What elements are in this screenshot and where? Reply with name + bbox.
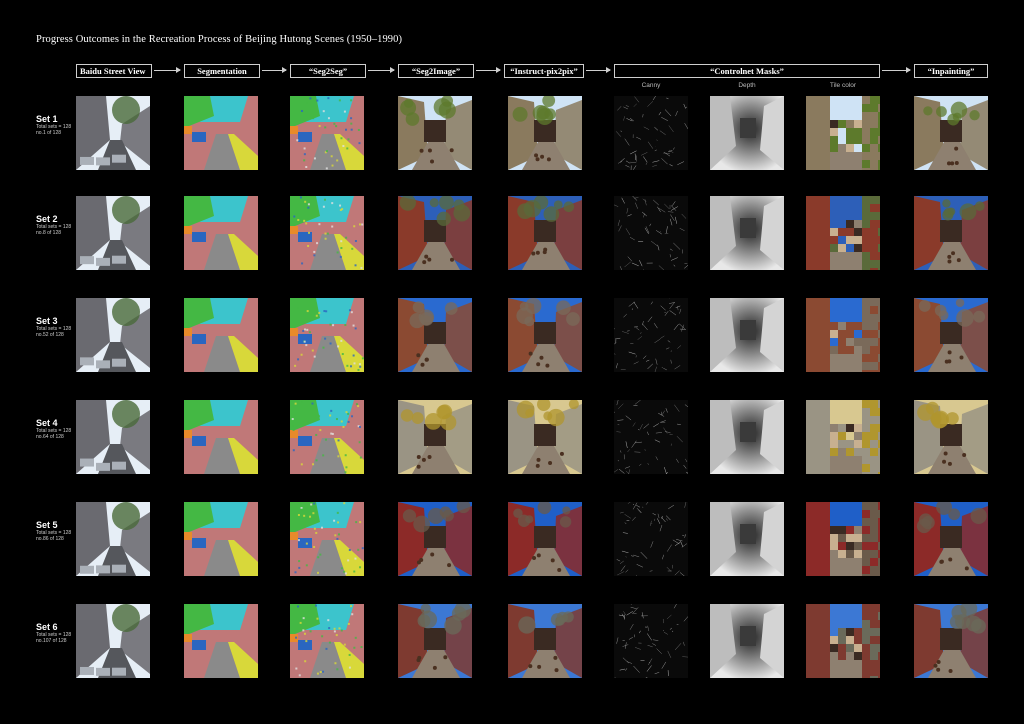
set-label: Set 2 Total sets = 128 no.8 of 128: [36, 214, 71, 236]
image-seg-set5: [184, 502, 258, 576]
image-render-set4: [914, 400, 988, 474]
set-index: no.64 of 128: [36, 434, 64, 440]
set-index: no.86 of 128: [36, 536, 64, 542]
image-depth-set3: [710, 298, 784, 372]
image-render-set6: [914, 604, 988, 678]
image-depth-set6: [710, 604, 784, 678]
header-col-2: “Seg2Seg”: [290, 64, 366, 78]
image-seg-set2: [184, 196, 258, 270]
image-depth-set2: [710, 196, 784, 270]
set-index: no.1 of 128: [36, 130, 62, 136]
set-name: Set 2: [36, 214, 58, 224]
image-seg-set4: [184, 400, 258, 474]
image-seg2-set2: [290, 196, 364, 270]
image-tile-set5: [806, 502, 880, 576]
image-tile-set3: [806, 298, 880, 372]
image-seg2-set4: [290, 400, 364, 474]
sublabel-7: Tile color: [829, 82, 857, 89]
image-seg-set1: [184, 96, 258, 170]
image-seg-set3: [184, 298, 258, 372]
flow-arrow: [586, 67, 611, 73]
header-col-1: Segmentation: [184, 64, 260, 78]
image-render-set4: [508, 400, 582, 474]
set-label: Set 1 Total sets = 128 no.1 of 128: [36, 114, 71, 136]
set-name: Set 5: [36, 520, 58, 530]
image-canny-set2: [614, 196, 688, 270]
image-photo-set3: [76, 298, 150, 372]
image-seg2-set3: [290, 298, 364, 372]
image-render-set2: [914, 196, 988, 270]
image-render-set1: [398, 96, 472, 170]
image-render-set2: [508, 196, 582, 270]
set-index: no.52 of 128: [36, 332, 64, 338]
set-label: Set 4 Total sets = 128 no.64 of 128: [36, 418, 71, 440]
flow-arrow: [368, 67, 395, 73]
image-render-set6: [398, 604, 472, 678]
header-controlnet-masks: “Controlnet Masks”: [614, 64, 880, 78]
image-canny-set1: [614, 96, 688, 170]
image-render-set5: [508, 502, 582, 576]
image-render-set2: [398, 196, 472, 270]
image-tile-set1: [806, 96, 880, 170]
image-render-set1: [914, 96, 988, 170]
image-photo-set4: [76, 400, 150, 474]
image-seg2-set1: [290, 96, 364, 170]
set-name: Set 3: [36, 316, 58, 326]
image-render-set3: [508, 298, 582, 372]
image-render-set1: [508, 96, 582, 170]
image-render-set6: [508, 604, 582, 678]
image-photo-set6: [76, 604, 150, 678]
image-canny-set6: [614, 604, 688, 678]
flow-arrow: [154, 67, 181, 73]
header-col-3: “Seg2Image”: [398, 64, 474, 78]
image-photo-set1: [76, 96, 150, 170]
set-label: Set 6 Total sets = 128 no.107 of 128: [36, 622, 71, 644]
image-render-set5: [398, 502, 472, 576]
figure-title: Progress Outcomes in the Recreation Proc…: [36, 34, 403, 45]
header-col-4: “Instruct-pix2pix”: [504, 64, 584, 78]
image-depth-set4: [710, 400, 784, 474]
header-col-8: “Inpainting”: [914, 64, 988, 78]
image-tile-set6: [806, 604, 880, 678]
flow-arrow: [882, 67, 911, 73]
image-seg-set6: [184, 604, 258, 678]
header-col-0: Baidu Street View: [76, 64, 152, 78]
image-canny-set5: [614, 502, 688, 576]
image-render-set5: [914, 502, 988, 576]
set-name: Set 6: [36, 622, 58, 632]
flow-arrow: [476, 67, 501, 73]
image-render-set3: [914, 298, 988, 372]
set-index: no.8 of 128: [36, 230, 62, 236]
image-depth-set1: [710, 96, 784, 170]
set-name: Set 4: [36, 418, 58, 428]
set-label: Set 3 Total sets = 128 no.52 of 128: [36, 316, 71, 338]
image-photo-set5: [76, 502, 150, 576]
image-canny-set3: [614, 298, 688, 372]
image-canny-set4: [614, 400, 688, 474]
image-render-set3: [398, 298, 472, 372]
set-label: Set 5 Total sets = 128 no.86 of 128: [36, 520, 71, 542]
image-depth-set5: [710, 502, 784, 576]
image-seg2-set6: [290, 604, 364, 678]
image-render-set4: [398, 400, 472, 474]
flow-arrow: [262, 67, 287, 73]
image-tile-set2: [806, 196, 880, 270]
image-photo-set2: [76, 196, 150, 270]
set-name: Set 1: [36, 114, 58, 124]
sublabel-6: Depth: [738, 82, 756, 89]
image-tile-set4: [806, 400, 880, 474]
set-index: no.107 of 128: [36, 638, 67, 644]
sublabel-5: Canny: [641, 82, 661, 89]
image-seg2-set5: [290, 502, 364, 576]
